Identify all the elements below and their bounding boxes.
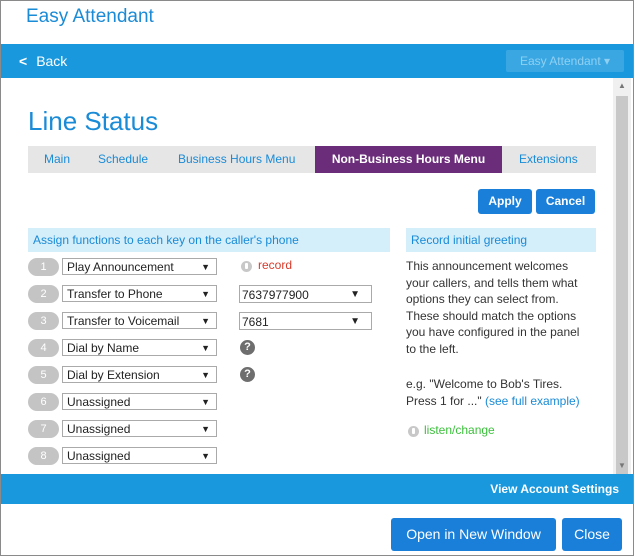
dropdown-caret-icon: ▼ — [201, 343, 210, 353]
key-function-select[interactable]: Dial by Extension ▼ — [62, 366, 217, 383]
key-number: 7 — [28, 420, 59, 438]
tab-business-hours-menu[interactable]: Business Hours Menu — [178, 146, 295, 173]
key-number: 6 — [28, 393, 59, 411]
app-title: Easy Attendant — [26, 6, 154, 27]
description-line: your callers, and tells them what — [406, 275, 578, 290]
example-line: e.g. "Welcome to Bob's Tires. — [406, 377, 563, 391]
key-number: 5 — [28, 366, 59, 384]
close-button[interactable]: Close — [562, 518, 622, 551]
see-full-example-link[interactable]: (see full example) — [485, 394, 580, 408]
dropdown-caret-icon: ▼ — [201, 424, 210, 434]
description-line: This announcement welcomes — [406, 259, 569, 273]
page-title: Line Status — [28, 106, 159, 136]
listen-change-label: listen/change — [424, 423, 495, 437]
tab-schedule[interactable]: Schedule — [98, 146, 148, 173]
bottom-bar: View Account Settings — [1, 474, 633, 504]
back-button[interactable]: < Back — [19, 53, 67, 69]
transfer-phone-select[interactable]: 7637977900 ▼ — [239, 285, 372, 303]
voicemail-select[interactable]: 7681 ▼ — [239, 312, 372, 330]
key-number: 8 — [28, 447, 59, 465]
scroll-up-arrow-icon[interactable]: ▲ — [613, 78, 631, 94]
dropdown-caret-icon: ▼ — [201, 451, 210, 461]
key-function-select[interactable]: Unassigned ▼ — [62, 393, 217, 410]
back-label: Back — [36, 53, 68, 69]
description-line: to the left. — [406, 341, 459, 356]
top-nav-bar: < Back Easy Attendant ▾ — [1, 44, 633, 78]
vertical-scrollbar[interactable]: ▲ ▼ — [613, 78, 631, 478]
open-in-new-window-button[interactable]: Open in New Window — [391, 518, 556, 551]
key-function-select[interactable]: Unassigned ▼ — [62, 420, 217, 437]
dropdown-caret-icon: ▼ — [201, 289, 210, 299]
app-switcher-dropdown[interactable]: Easy Attendant ▾ — [506, 50, 624, 72]
help-icon[interactable]: ? — [240, 340, 255, 355]
tab-non-business-hours-menu[interactable]: Non-Business Hours Menu — [315, 146, 502, 173]
tab-extensions[interactable]: Extensions — [519, 146, 578, 173]
apply-button[interactable]: Apply — [478, 189, 532, 214]
key-function-select[interactable]: Unassigned ▼ — [62, 447, 217, 464]
tab-main[interactable]: Main — [44, 146, 70, 173]
cancel-button[interactable]: Cancel — [536, 189, 595, 214]
greeting-description: This announcement welcomes your callers,… — [406, 258, 596, 357]
scrollbar-thumb[interactable] — [616, 96, 628, 478]
key-function-select[interactable]: Transfer to Voicemail ▼ — [62, 312, 217, 329]
key-function-select[interactable]: Transfer to Phone ▼ — [62, 285, 217, 302]
key-number: 4 — [28, 339, 59, 357]
tab-bar: Main Schedule Business Hours Menu Non-Bu… — [28, 146, 596, 173]
description-line: These should match the options — [406, 308, 577, 323]
dropdown-caret-icon: ▼ — [201, 262, 210, 272]
window-frame: Easy Attendant < Back Easy Attendant ▾ Li… — [0, 0, 634, 556]
greeting-example: e.g. "Welcome to Bob's Tires. Press 1 fo… — [406, 376, 596, 409]
key-number: 2 — [28, 285, 59, 303]
dropdown-caret-icon: ▼ — [350, 316, 360, 327]
scroll-down-arrow-icon[interactable]: ▼ — [613, 458, 631, 474]
title-bar: Easy Attendant — [1, 1, 633, 37]
dropdown-caret-icon: ▼ — [350, 289, 360, 300]
chevron-left-icon: < — [19, 53, 28, 69]
key-function-select[interactable]: Dial by Name ▼ — [62, 339, 217, 356]
keys-panel-header: Assign functions to each key on the call… — [28, 228, 390, 252]
example-line2: Press 1 for ..." (see full example) — [406, 393, 580, 408]
description-line: options they can select from. — [406, 292, 559, 306]
microphone-icon — [241, 261, 252, 272]
main-content: Line Status Main Schedule Business Hours… — [1, 78, 613, 474]
footer: Open in New Window Close — [1, 504, 633, 555]
dropdown-caret-icon: ▼ — [201, 370, 210, 380]
microphone-icon — [408, 426, 419, 437]
description-line: you have configured in the panel — [406, 325, 580, 339]
record-link[interactable]: record — [258, 258, 292, 272]
key-function-select[interactable]: Play Announcement ▼ — [62, 258, 217, 275]
key-number: 3 — [28, 312, 59, 330]
greeting-panel-header: Record initial greeting — [406, 228, 596, 252]
key-number: 1 — [28, 258, 59, 276]
help-icon[interactable]: ? — [240, 367, 255, 382]
view-account-settings-link[interactable]: View Account Settings — [490, 482, 619, 496]
dropdown-caret-icon: ▼ — [201, 397, 210, 407]
dropdown-caret-icon: ▼ — [201, 316, 210, 326]
